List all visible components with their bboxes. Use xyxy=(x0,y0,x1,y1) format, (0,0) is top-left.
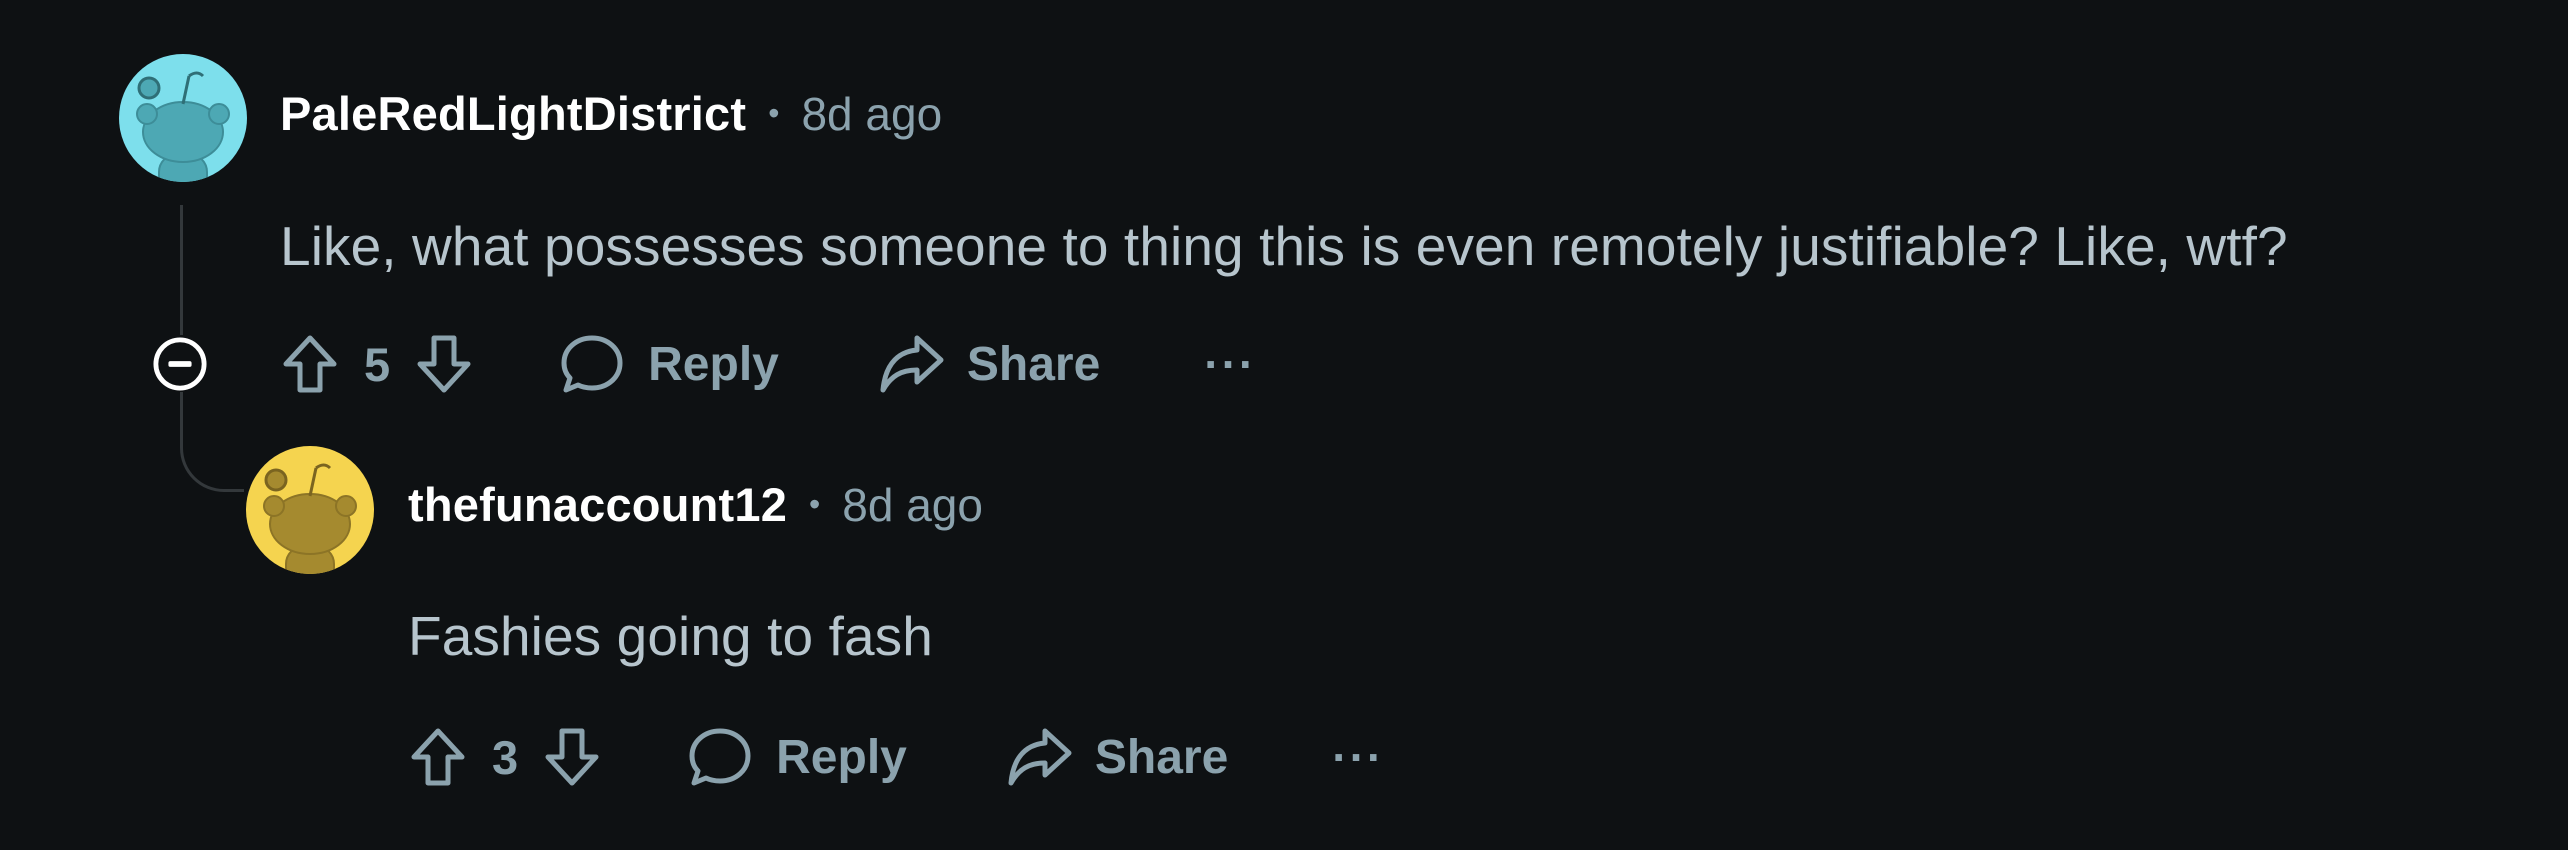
share-label: Share xyxy=(1094,730,1229,784)
score: 5 xyxy=(364,337,391,391)
comment-actions: 3 Reply Share ··· xyxy=(406,717,1384,797)
more-options-button[interactable]: ··· xyxy=(1332,730,1384,784)
reply-button[interactable]: Reply xyxy=(688,725,907,789)
comment-meta: PaleRedLightDistrict • 8d ago xyxy=(280,86,942,141)
share-arrow-icon xyxy=(1008,728,1072,786)
downvote-button[interactable] xyxy=(540,725,604,789)
timestamp[interactable]: 8d ago xyxy=(801,87,942,141)
snoo-avatar-icon xyxy=(119,54,247,182)
share-arrow-icon xyxy=(880,335,944,393)
speech-bubble-icon xyxy=(561,335,623,393)
downvote-arrow-icon xyxy=(417,335,471,393)
username[interactable]: PaleRedLightDistrict xyxy=(280,86,746,141)
thread-line-upper xyxy=(180,205,183,335)
upvote-button[interactable] xyxy=(406,725,470,789)
separator-dot: • xyxy=(809,486,821,522)
comment-actions: 5 Reply Share ··· xyxy=(278,324,1256,404)
reply-label: Reply xyxy=(648,337,779,391)
separator-dot: • xyxy=(768,95,780,131)
upvote-button[interactable] xyxy=(278,332,342,396)
collapse-minus-icon xyxy=(153,337,207,391)
upvote-arrow-icon xyxy=(411,728,465,786)
comment-body: Like, what possesses someone to thing th… xyxy=(280,215,2288,277)
downvote-arrow-icon xyxy=(545,728,599,786)
thread-elbow-connector xyxy=(180,410,244,492)
avatar[interactable] xyxy=(246,446,374,574)
share-button[interactable]: Share xyxy=(879,332,1100,396)
collapse-thread-button[interactable] xyxy=(153,337,207,391)
score: 3 xyxy=(492,730,519,784)
downvote-button[interactable] xyxy=(412,332,476,396)
share-button[interactable]: Share xyxy=(1007,725,1228,789)
speech-bubble-icon xyxy=(689,728,751,786)
more-options-button[interactable]: ··· xyxy=(1204,337,1256,391)
share-label: Share xyxy=(966,337,1101,391)
comment-body: Fashies going to fash xyxy=(408,605,933,667)
timestamp[interactable]: 8d ago xyxy=(842,478,983,532)
username[interactable]: thefunaccount12 xyxy=(408,477,787,532)
avatar[interactable] xyxy=(119,54,247,182)
reply-label: Reply xyxy=(776,730,907,784)
upvote-arrow-icon xyxy=(283,335,337,393)
reply-button[interactable]: Reply xyxy=(560,332,779,396)
thread-line-lower xyxy=(180,392,183,412)
comment-meta: thefunaccount12 • 8d ago xyxy=(408,477,983,532)
snoo-avatar-icon xyxy=(246,446,374,574)
